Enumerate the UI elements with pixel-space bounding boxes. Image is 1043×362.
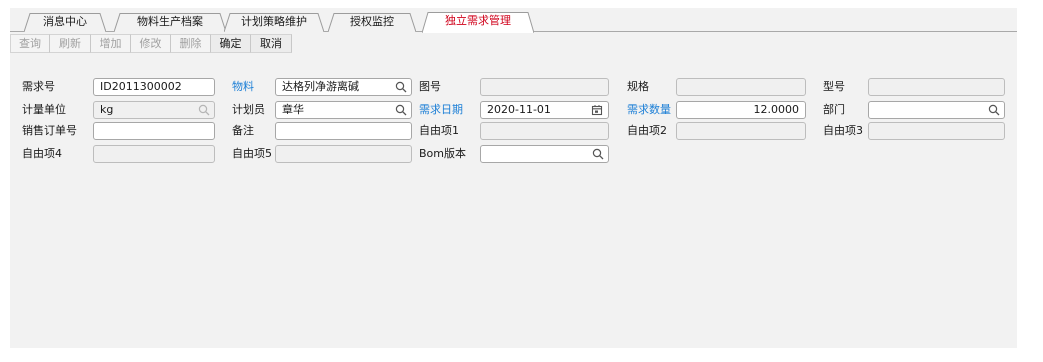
tab-message-center[interactable]: 消息中心 <box>24 13 106 32</box>
custom3-field[interactable] <box>868 122 1005 140</box>
drawing-no-field[interactable] <box>480 78 609 96</box>
department-field[interactable] <box>868 101 1005 119</box>
query-button[interactable]: 查询 <box>10 34 50 53</box>
tab-plan-strategy[interactable]: 计划策略维护 <box>224 13 324 32</box>
demand-qty-label: 需求数量 <box>627 103 671 116</box>
demand-no-field[interactable]: ID2011300002 <box>93 78 215 96</box>
app-frame: 消息中心 物料生产档案 计划策略维护 授权监控 独立需求管理 查询 刷新 增加 … <box>10 8 1017 348</box>
confirm-button[interactable]: 确定 <box>211 34 251 53</box>
demand-date-value: 2020-11-01 <box>487 103 551 116</box>
demand-date-field[interactable]: 2020-11-01 <box>480 101 609 119</box>
demand-no-label: 需求号 <box>22 80 55 93</box>
tab-bar: 消息中心 物料生产档案 计划策略维护 授权监控 独立需求管理 <box>10 8 1017 33</box>
tab-label: 物料生产档案 <box>137 15 203 28</box>
material-label: 物料 <box>232 80 254 93</box>
planner-field[interactable]: 章华 <box>275 101 412 119</box>
unit-value: kg <box>100 103 114 116</box>
tab-label: 计划策略维护 <box>241 15 307 28</box>
custom4-label: 自由项4 <box>22 147 62 160</box>
search-icon[interactable] <box>592 148 604 160</box>
custom1-field[interactable] <box>480 122 609 140</box>
tab-label: 独立需求管理 <box>445 14 511 27</box>
delete-button[interactable]: 删除 <box>171 34 211 53</box>
search-icon[interactable] <box>198 104 210 116</box>
spec-field[interactable] <box>676 78 806 96</box>
spec-label: 规格 <box>627 80 649 93</box>
tab-independent-demand[interactable]: 独立需求管理 <box>422 12 534 33</box>
material-value: 达格列净游离碱 <box>282 80 359 93</box>
search-icon[interactable] <box>395 81 407 93</box>
search-icon[interactable] <box>395 104 407 116</box>
custom1-label: 自由项1 <box>419 124 459 137</box>
cancel-button[interactable]: 取消 <box>251 34 292 53</box>
custom4-field[interactable] <box>93 145 215 163</box>
unit-label: 计量单位 <box>22 103 66 116</box>
tab-label: 消息中心 <box>43 15 87 28</box>
planner-value: 章华 <box>282 103 304 116</box>
custom2-field[interactable] <box>676 122 806 140</box>
tab-auth-monitor[interactable]: 授权监控 <box>328 13 416 32</box>
demand-qty-field[interactable]: 12.0000 <box>676 101 806 119</box>
search-icon[interactable] <box>988 104 1000 116</box>
tab-label: 授权监控 <box>350 15 394 28</box>
tab-material-archive[interactable]: 物料生产档案 <box>114 13 226 32</box>
edit-button[interactable]: 修改 <box>131 34 171 53</box>
drawing-no-label: 图号 <box>419 80 441 93</box>
sales-order-field[interactable] <box>93 122 215 140</box>
model-field[interactable] <box>868 78 1005 96</box>
department-label: 部门 <box>823 103 845 116</box>
sales-order-label: 销售订单号 <box>22 124 77 137</box>
custom3-label: 自由项3 <box>823 124 863 137</box>
custom5-field[interactable] <box>275 145 412 163</box>
planner-label: 计划员 <box>232 103 265 116</box>
custom2-label: 自由项2 <box>627 124 667 137</box>
bom-version-field[interactable] <box>480 145 609 163</box>
calendar-icon[interactable] <box>591 104 603 116</box>
model-label: 型号 <box>823 80 845 93</box>
remark-label: 备注 <box>232 124 254 137</box>
bom-version-label: Bom版本 <box>419 147 466 160</box>
material-field[interactable]: 达格列净游离碱 <box>275 78 412 96</box>
custom5-label: 自由项5 <box>232 147 272 160</box>
toolbar: 查询 刷新 增加 修改 删除 确定 取消 <box>10 33 1017 55</box>
remark-field[interactable] <box>275 122 412 140</box>
refresh-button[interactable]: 刷新 <box>50 34 91 53</box>
unit-field[interactable]: kg <box>93 101 215 119</box>
add-button[interactable]: 增加 <box>91 34 131 53</box>
demand-date-label: 需求日期 <box>419 103 463 116</box>
